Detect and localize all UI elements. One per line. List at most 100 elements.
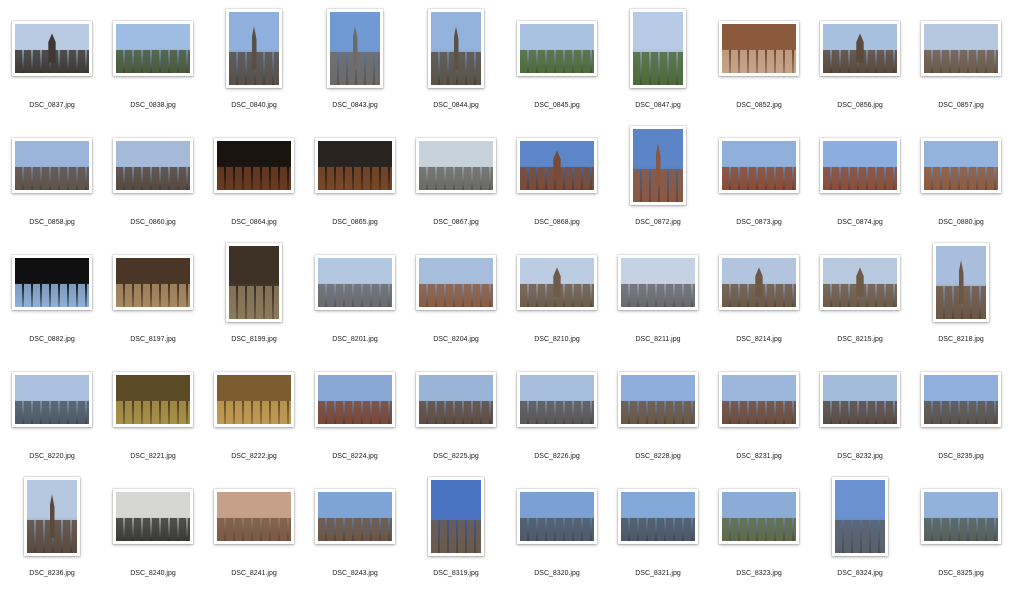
- thumbnail-image[interactable]: [630, 125, 686, 205]
- thumbnail-item[interactable]: DSC_0868.jpg: [507, 121, 607, 238]
- thumbnail-item[interactable]: DSC_8225.jpg: [406, 355, 506, 472]
- thumbnail-image[interactable]: [12, 371, 92, 427]
- thumbnail-image[interactable]: [921, 20, 1001, 76]
- thumbnail-item[interactable]: DSC_8222.jpg: [204, 355, 304, 472]
- thumbnail-image[interactable]: [719, 371, 799, 427]
- thumbnail-image[interactable]: [820, 371, 900, 427]
- thumbnail-image[interactable]: [416, 254, 496, 310]
- thumbnail-image[interactable]: [315, 488, 395, 544]
- thumbnail-item[interactable]: DSC_8321.jpg: [608, 472, 708, 589]
- thumbnail-image[interactable]: [921, 371, 1001, 427]
- thumbnail-item[interactable]: DSC_0857.jpg: [911, 4, 1011, 121]
- thumbnail-image[interactable]: [820, 254, 900, 310]
- thumbnail-image[interactable]: [630, 8, 686, 88]
- thumbnail-item[interactable]: DSC_0838.jpg: [103, 4, 203, 121]
- thumbnail-image[interactable]: [719, 20, 799, 76]
- thumbnail-image[interactable]: [12, 20, 92, 76]
- thumbnail-item[interactable]: DSC_0867.jpg: [406, 121, 506, 238]
- thumbnail-item[interactable]: DSC_8214.jpg: [709, 238, 809, 355]
- thumbnail-image[interactable]: [428, 8, 484, 88]
- thumbnail-image[interactable]: [113, 254, 193, 310]
- thumbnail-image[interactable]: [921, 488, 1001, 544]
- thumbnail-item[interactable]: DSC_8197.jpg: [103, 238, 203, 355]
- thumbnail-image[interactable]: [618, 371, 698, 427]
- thumbnail-image[interactable]: [226, 242, 282, 322]
- thumbnail-image[interactable]: [832, 476, 888, 556]
- thumbnail-item[interactable]: DSC_8325.jpg: [911, 472, 1011, 589]
- thumbnail-item[interactable]: DSC_8215.jpg: [810, 238, 910, 355]
- thumbnail-item[interactable]: DSC_0858.jpg: [2, 121, 102, 238]
- thumbnail-image[interactable]: [719, 254, 799, 310]
- thumbnail-item[interactable]: DSC_0843.jpg: [305, 4, 405, 121]
- thumbnail-item[interactable]: DSC_8240.jpg: [103, 472, 203, 589]
- thumbnail-item[interactable]: DSC_0845.jpg: [507, 4, 607, 121]
- thumbnail-item[interactable]: DSC_0852.jpg: [709, 4, 809, 121]
- thumbnail-item[interactable]: DSC_8218.jpg: [911, 238, 1011, 355]
- thumbnail-item[interactable]: DSC_0837.jpg: [2, 4, 102, 121]
- thumbnail-image[interactable]: [12, 254, 92, 310]
- thumbnail-item[interactable]: DSC_8241.jpg: [204, 472, 304, 589]
- thumbnail-item[interactable]: DSC_8211.jpg: [608, 238, 708, 355]
- thumbnail-item[interactable]: DSC_8210.jpg: [507, 238, 607, 355]
- thumbnail-image[interactable]: [618, 488, 698, 544]
- thumbnail-image[interactable]: [719, 488, 799, 544]
- thumbnail-image[interactable]: [214, 137, 294, 193]
- thumbnail-image[interactable]: [113, 137, 193, 193]
- thumbnail-item[interactable]: DSC_8228.jpg: [608, 355, 708, 472]
- thumbnail-image[interactable]: [416, 137, 496, 193]
- thumbnail-image[interactable]: [933, 242, 989, 322]
- thumbnail-image[interactable]: [517, 254, 597, 310]
- thumbnail-item[interactable]: DSC_0865.jpg: [305, 121, 405, 238]
- thumbnail-item[interactable]: DSC_0844.jpg: [406, 4, 506, 121]
- thumbnail-item[interactable]: DSC_0860.jpg: [103, 121, 203, 238]
- thumbnail-image[interactable]: [327, 8, 383, 88]
- thumbnail-item[interactable]: DSC_0840.jpg: [204, 4, 304, 121]
- thumbnail-item[interactable]: DSC_0873.jpg: [709, 121, 809, 238]
- thumbnail-image[interactable]: [24, 476, 80, 556]
- thumbnail-image[interactable]: [113, 371, 193, 427]
- thumbnail-image[interactable]: [416, 371, 496, 427]
- thumbnail-item[interactable]: DSC_8220.jpg: [2, 355, 102, 472]
- thumbnail-item[interactable]: DSC_0864.jpg: [204, 121, 304, 238]
- thumbnail-image[interactable]: [113, 488, 193, 544]
- thumbnail-image[interactable]: [315, 254, 395, 310]
- thumbnail-image[interactable]: [315, 137, 395, 193]
- thumbnail-image[interactable]: [428, 476, 484, 556]
- thumbnail-item[interactable]: DSC_8243.jpg: [305, 472, 405, 589]
- thumbnail-item[interactable]: DSC_8224.jpg: [305, 355, 405, 472]
- thumbnail-image[interactable]: [517, 20, 597, 76]
- thumbnail-item[interactable]: DSC_8319.jpg: [406, 472, 506, 589]
- thumbnail-image[interactable]: [517, 371, 597, 427]
- thumbnail-image[interactable]: [517, 488, 597, 544]
- thumbnail-item[interactable]: DSC_0882.jpg: [2, 238, 102, 355]
- thumbnail-image[interactable]: [315, 371, 395, 427]
- thumbnail-image[interactable]: [214, 488, 294, 544]
- thumbnail-image[interactable]: [820, 20, 900, 76]
- thumbnail-item[interactable]: DSC_8235.jpg: [911, 355, 1011, 472]
- thumbnail-image[interactable]: [820, 137, 900, 193]
- thumbnail-item[interactable]: DSC_8204.jpg: [406, 238, 506, 355]
- thumbnail-item[interactable]: DSC_8201.jpg: [305, 238, 405, 355]
- thumbnail-item[interactable]: DSC_8199.jpg: [204, 238, 304, 355]
- thumbnail-image[interactable]: [214, 371, 294, 427]
- thumbnail-item[interactable]: DSC_8232.jpg: [810, 355, 910, 472]
- thumbnail-image[interactable]: [113, 20, 193, 76]
- thumbnail-item[interactable]: DSC_0880.jpg: [911, 121, 1011, 238]
- thumbnail-image[interactable]: [12, 137, 92, 193]
- thumbnail-image[interactable]: [921, 137, 1001, 193]
- thumbnail-item[interactable]: DSC_0872.jpg: [608, 121, 708, 238]
- thumbnail-item[interactable]: DSC_0856.jpg: [810, 4, 910, 121]
- thumbnail-item[interactable]: DSC_8221.jpg: [103, 355, 203, 472]
- thumbnail-item[interactable]: DSC_8323.jpg: [709, 472, 809, 589]
- thumbnail-image[interactable]: [226, 8, 282, 88]
- thumbnail-item[interactable]: DSC_8236.jpg: [2, 472, 102, 589]
- thumbnail-item[interactable]: DSC_8320.jpg: [507, 472, 607, 589]
- thumbnail-image[interactable]: [618, 254, 698, 310]
- thumbnail-item[interactable]: DSC_8324.jpg: [810, 472, 910, 589]
- thumbnail-item[interactable]: DSC_0847.jpg: [608, 4, 708, 121]
- thumbnail-item[interactable]: DSC_0874.jpg: [810, 121, 910, 238]
- thumbnail-image[interactable]: [517, 137, 597, 193]
- thumbnail-item[interactable]: DSC_8231.jpg: [709, 355, 809, 472]
- thumbnail-image[interactable]: [719, 137, 799, 193]
- thumbnail-item[interactable]: DSC_8226.jpg: [507, 355, 607, 472]
